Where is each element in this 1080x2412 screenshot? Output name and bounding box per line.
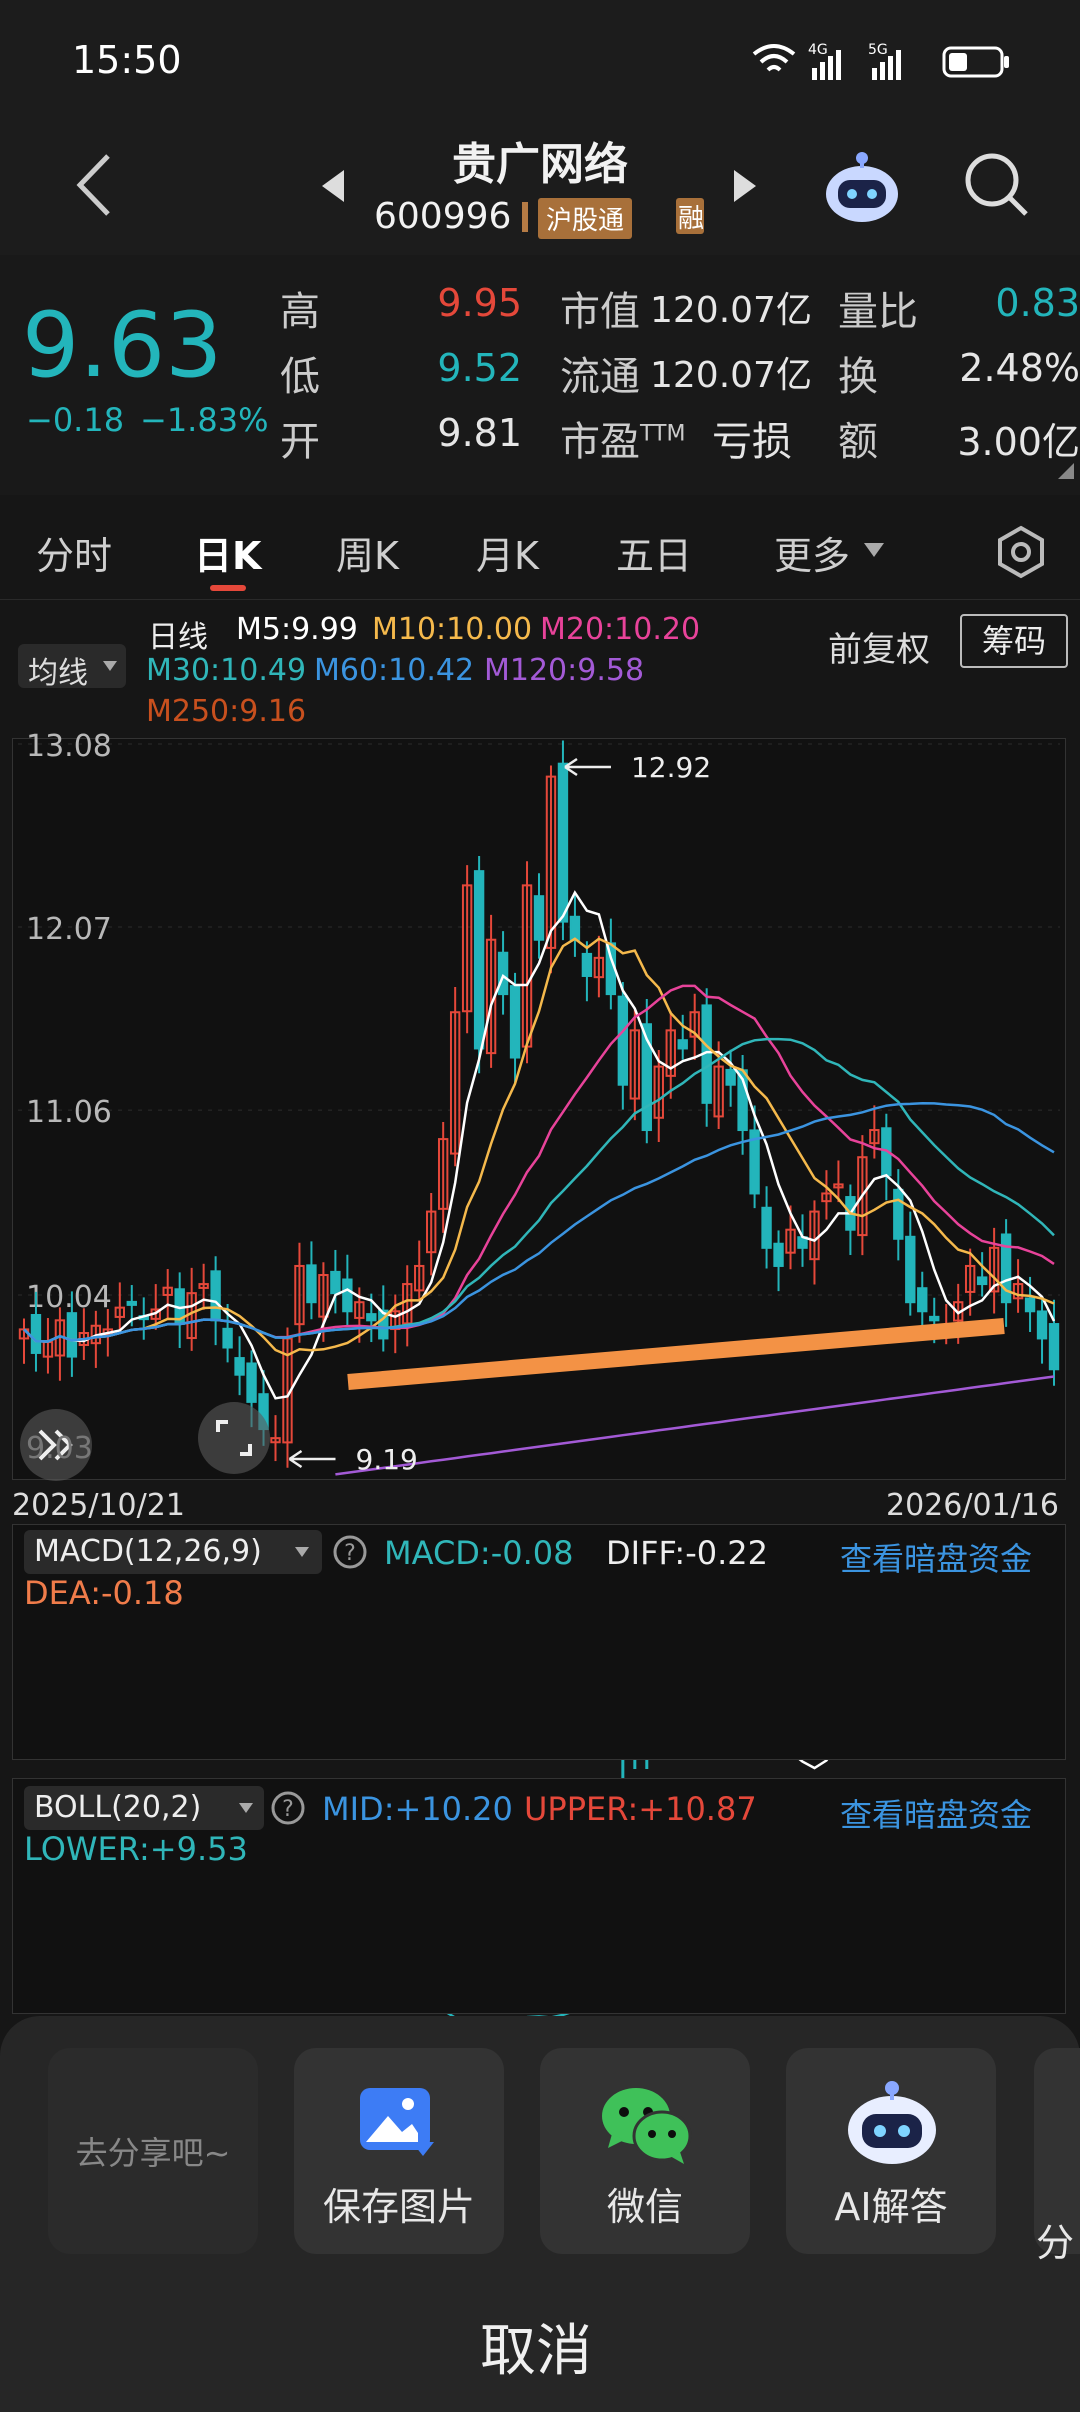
candle-body	[1036, 1310, 1048, 1340]
ai-robot-icon	[848, 2081, 936, 2164]
candle-body	[917, 1287, 928, 1313]
y-tick-label: 12.07	[26, 912, 112, 947]
save-image-button[interactable]: 保存图片	[294, 2048, 504, 2254]
date-end: 2026/01/16	[886, 1488, 1059, 1523]
candle-body	[473, 870, 485, 1050]
macd-dark-pool-link[interactable]: 查看暗盘资金	[840, 1534, 1032, 1580]
corner-value: 9.03	[26, 1431, 93, 1466]
fullscreen-button[interactable]	[198, 1402, 270, 1474]
candle-body	[761, 1206, 772, 1249]
candle-body	[905, 1235, 916, 1304]
support-trendline	[347, 1318, 1005, 1390]
min-price-label: 9.19	[356, 1443, 418, 1476]
boll-dark-pool-link[interactable]: 查看暗盘资金	[840, 1790, 1032, 1836]
ma-line-m120	[335, 1375, 1055, 1476]
ai-answer-button[interactable]: AI解答	[786, 2048, 996, 2254]
candle-body	[210, 1270, 221, 1322]
cancel-button[interactable]: 取消	[480, 2306, 592, 2387]
kline-group: 13.08 12.07 11.06 10.04 12.92 9.19	[18, 729, 1060, 1476]
boll-title: BOLL(20,2)	[34, 1790, 202, 1825]
min-arrow-icon	[288, 1449, 336, 1469]
dea-value: DEA:-0.18	[24, 1574, 184, 1612]
candle-body	[342, 1278, 353, 1313]
candle-body	[222, 1327, 233, 1349]
wechat-icon	[602, 2088, 692, 2164]
date-start: 2025/10/21	[12, 1488, 185, 1523]
share-placeholder-text: 去分享吧~	[75, 2134, 231, 2172]
candle-body	[773, 1242, 784, 1267]
svg-text:?: ?	[344, 1541, 356, 1566]
chevron-down-icon	[295, 1547, 309, 1557]
candle-body	[497, 951, 509, 996]
candle-body	[1048, 1323, 1060, 1371]
candle-body	[246, 1362, 257, 1403]
y-tick-label: 10.04	[26, 1280, 112, 1315]
candle-body	[306, 1264, 317, 1304]
wechat-label: 微信	[606, 2185, 683, 2229]
candle-body	[234, 1357, 245, 1376]
svg-text:?: ?	[282, 1797, 294, 1822]
y-tick-label: 13.08	[26, 729, 112, 764]
candle-body	[677, 1039, 688, 1050]
candle-body	[557, 762, 569, 923]
candle-body	[366, 1313, 377, 1322]
candle-body	[976, 1276, 988, 1286]
fullscreen-icon	[216, 1420, 252, 1456]
candle-body	[30, 1314, 42, 1354]
candle-body	[126, 1300, 137, 1306]
share-placeholder-card: 去分享吧~	[48, 2048, 258, 2254]
max-arrow-icon	[564, 757, 611, 777]
max-price-label: 12.92	[631, 751, 711, 784]
diff-value: DIFF:-0.22	[606, 1534, 768, 1572]
candle-body	[617, 995, 629, 1086]
ma-line-m20	[23, 984, 1055, 1343]
macd-value: MACD:-0.08	[384, 1534, 574, 1572]
candle-body	[509, 985, 521, 1059]
macd-selector[interactable]: MACD(12,26,9)	[24, 1530, 322, 1574]
candle-body	[893, 1188, 904, 1240]
chevron-down-icon	[239, 1803, 253, 1813]
y-tick-label: 11.06	[26, 1095, 112, 1130]
candle-body	[1024, 1297, 1036, 1313]
help-icon[interactable]: ?	[270, 1790, 306, 1826]
boll-lower: LOWER:+9.53	[24, 1830, 248, 1868]
candle-body	[66, 1312, 78, 1358]
boll-upper: UPPER:+10.87	[524, 1790, 757, 1828]
candle-body	[725, 1068, 736, 1086]
candle-body	[929, 1315, 940, 1322]
share-more-label: 分	[1036, 2221, 1075, 2265]
candle-body	[533, 895, 545, 941]
boll-mid: MID:+10.20	[322, 1790, 513, 1828]
boll-selector[interactable]: BOLL(20,2)	[24, 1786, 264, 1830]
macd-title: MACD(12,26,9)	[34, 1534, 262, 1569]
save-image-label: 保存图片	[322, 2185, 475, 2229]
candle-body	[569, 915, 581, 941]
ai-answer-label: AI解答	[834, 2185, 948, 2229]
wechat-button[interactable]: 微信	[540, 2048, 750, 2254]
candle-body	[581, 952, 593, 977]
save-image-icon	[360, 2088, 434, 2156]
candle-body	[330, 1270, 341, 1295]
help-icon[interactable]: ?	[332, 1534, 368, 1570]
